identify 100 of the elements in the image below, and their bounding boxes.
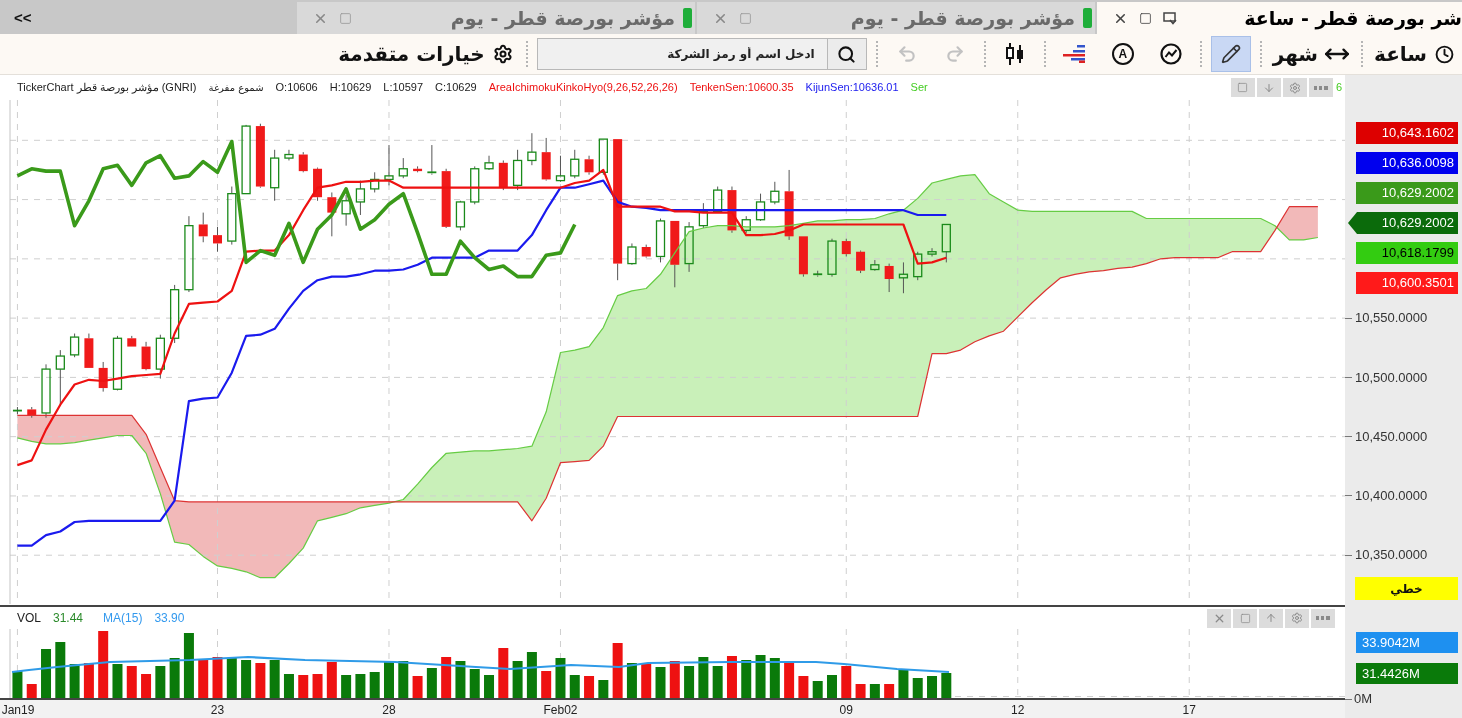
- candlestick: [941, 223, 951, 263]
- period-button[interactable]: شهر: [1270, 37, 1353, 71]
- indicator-label: TenkenSen:10600.35: [689, 80, 794, 96]
- candlestick: [498, 159, 508, 191]
- candlestick: [927, 247, 937, 257]
- candlestick: [84, 333, 94, 368]
- panel-control-button[interactable]: [1256, 78, 1281, 97]
- curved-arrow-icon: [944, 44, 965, 64]
- window-tab[interactable]: شر بورصة قطر - ساعة: [1097, 2, 1462, 34]
- maximize-icon[interactable]: [1139, 11, 1152, 25]
- candlestick-icon: [1004, 43, 1025, 65]
- candlestick: [370, 171, 380, 193]
- time-axis-label: 28: [382, 702, 396, 718]
- candlestick: [470, 165, 480, 205]
- candlestick: [698, 202, 709, 229]
- candlestick: [512, 149, 523, 191]
- time-axis-label: 17: [1182, 702, 1196, 718]
- volume-badge: 31.4426M: [1356, 663, 1458, 684]
- search-button[interactable]: [826, 38, 867, 70]
- candlestick: [213, 226, 222, 253]
- candlestick: [841, 238, 851, 257]
- settings-icon: [1291, 612, 1303, 624]
- ohlc-value: C:10629: [435, 80, 477, 96]
- candlestick: [827, 238, 837, 278]
- candlestick: [713, 186, 723, 214]
- price-tick-label: 10,450.0000: [1355, 427, 1428, 446]
- symbol-label: TickerChart مؤشر بورصة قطر (GNRI): [17, 80, 197, 96]
- chart-type-label: شموع مفرغة: [208, 81, 264, 95]
- curved-arrow-icon: [896, 44, 917, 64]
- moving-average-label: MA(15): [103, 610, 143, 627]
- candlestick: [112, 335, 123, 391]
- volume-tick-label: 0M: [1354, 690, 1373, 709]
- chart-circle-icon: [1159, 43, 1182, 65]
- candlestick: [355, 180, 366, 216]
- settings-icon: [492, 44, 513, 64]
- candlestick: [813, 270, 823, 278]
- candlestick: [898, 261, 909, 294]
- interval-button[interactable]: ساعة: [1372, 37, 1456, 71]
- scale-mode-button[interactable]: خطي: [1355, 577, 1458, 600]
- indicator-label: Ser: [910, 80, 928, 96]
- panel-control-button[interactable]: [1207, 608, 1231, 628]
- time-axis-label: 12: [1011, 702, 1025, 718]
- candlestick: [527, 132, 537, 166]
- panel-control-button[interactable]: [1230, 78, 1255, 97]
- search-field[interactable]: ادخل اسم أو رمز الشركة: [536, 38, 827, 70]
- pencil-icon: [1220, 44, 1241, 64]
- candlestick: [227, 186, 237, 246]
- panel-control-button[interactable]: [1308, 78, 1333, 97]
- candlestick: [584, 155, 594, 176]
- ohlc-value: L:10597: [383, 80, 424, 96]
- indicator-label: 6: [1335, 80, 1342, 96]
- candlestick: [12, 406, 22, 415]
- panel-control-button[interactable]: [1285, 608, 1309, 628]
- maximize-icon: [1239, 612, 1251, 624]
- dashes-icon: [1316, 616, 1330, 620]
- bearish-cloud-area: [1276, 206, 1318, 240]
- candlestick: [770, 181, 780, 205]
- candlestick: [741, 215, 751, 234]
- candlestick: [427, 144, 437, 176]
- text-tool-button[interactable]: A: [1102, 36, 1143, 72]
- price-badge: 10,618.1799: [1356, 242, 1458, 264]
- price-tick-label: 10,550.0000: [1355, 309, 1428, 328]
- candlestick: [413, 165, 423, 173]
- advanced-options-button[interactable]: خيارات متقدمة: [334, 37, 517, 71]
- candlestick: [155, 334, 165, 380]
- candlestick: [41, 363, 51, 419]
- tool-button[interactable]: [1210, 36, 1251, 72]
- panel-control-button[interactable]: [1311, 608, 1335, 628]
- panel-control-button[interactable]: [1259, 608, 1283, 628]
- time-axis-label: 23: [210, 702, 225, 718]
- panel-control-button[interactable]: [1282, 78, 1307, 97]
- candlestick: [484, 155, 494, 171]
- candlestick: [455, 200, 466, 231]
- arrow-up-icon: [1265, 612, 1277, 624]
- candlestick: [241, 124, 251, 195]
- clock-icon: [1435, 44, 1454, 64]
- panel-control-button[interactable]: [1233, 608, 1257, 628]
- price-tick-label: 10,400.0000: [1355, 487, 1428, 506]
- candlestick: [127, 335, 137, 347]
- candlestick: [341, 194, 351, 227]
- time-axis-label: Feb02: [543, 702, 578, 718]
- candlestick: [27, 406, 37, 419]
- candlestick: [884, 263, 894, 293]
- current-price-badge: 10,629.2002: [1348, 212, 1458, 234]
- candlestick: [384, 144, 394, 186]
- ohlc-value: H:10629: [329, 80, 372, 96]
- arrow-down-icon: [1262, 81, 1275, 94]
- dashes-icon: [1313, 85, 1328, 90]
- restore-icon[interactable]: [1163, 11, 1177, 25]
- collapse-toggle[interactable]: <<: [12, 6, 34, 30]
- candlestick: [641, 244, 651, 259]
- candlestick: [198, 212, 208, 243]
- indicator-label: KijunSen:10636.01: [805, 80, 899, 96]
- settings-icon: [1288, 81, 1301, 94]
- candlestick: [541, 137, 551, 182]
- candlestick: [784, 169, 794, 241]
- volume-value: 31.44: [53, 610, 84, 627]
- candlestick: [398, 157, 408, 179]
- candlestick: [798, 236, 808, 278]
- time-axis-label: 09: [839, 702, 853, 718]
